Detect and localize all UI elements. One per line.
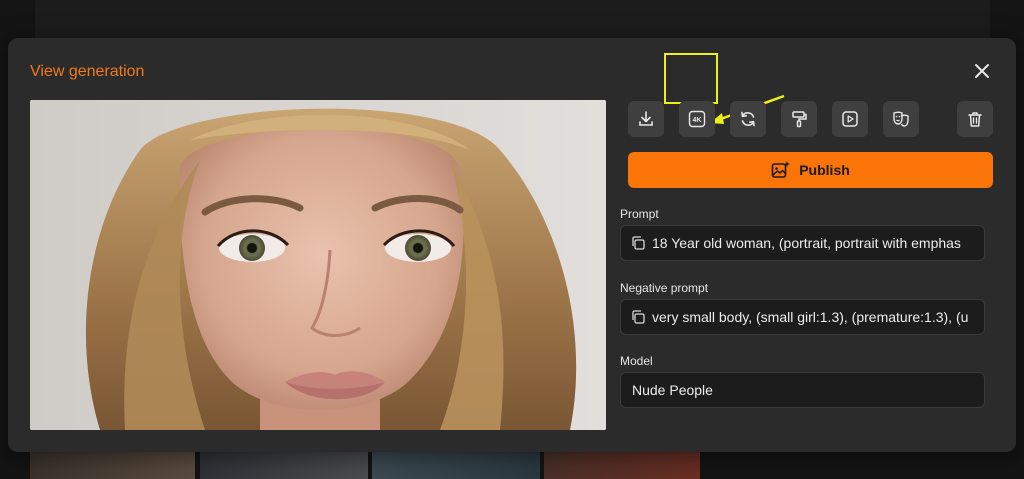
- video-button[interactable]: [832, 101, 868, 137]
- background-thumbnail: [200, 452, 368, 479]
- paint-roller-icon: [792, 111, 807, 128]
- publish-label: Publish: [799, 162, 850, 178]
- negative-prompt-label: Negative prompt: [620, 281, 709, 295]
- model-label: Model: [620, 354, 653, 368]
- 4k-label: 4K: [693, 117, 702, 124]
- delete-button[interactable]: [957, 101, 993, 137]
- background-thumbnail: [372, 452, 540, 479]
- 4k-icon: 4K: [688, 110, 706, 128]
- background-thumbnail: [544, 452, 700, 479]
- copy-icon[interactable]: [631, 236, 645, 250]
- trash-icon: [968, 112, 982, 127]
- regenerate-button[interactable]: [730, 101, 766, 137]
- paint-button[interactable]: [781, 101, 817, 137]
- background-panel: [35, 0, 990, 38]
- download-button[interactable]: [628, 101, 664, 137]
- masks-icon: [893, 111, 909, 127]
- face-button[interactable]: [883, 101, 919, 137]
- background-thumbnail: [30, 452, 195, 479]
- prompt-label: Prompt: [620, 207, 659, 221]
- image-sparkle-icon: [771, 161, 791, 178]
- refresh-icon: [741, 111, 755, 127]
- upscale-4k-button[interactable]: 4K: [679, 101, 715, 137]
- prompt-field[interactable]: 18 Year old woman, (portrait, portrait w…: [620, 225, 985, 261]
- negative-prompt-text: very small body, (small girl:1.3), (prem…: [652, 309, 969, 325]
- close-icon: [975, 64, 989, 78]
- model-field: Nude People: [620, 372, 985, 408]
- download-icon: [639, 111, 653, 126]
- close-button[interactable]: [970, 59, 994, 83]
- negative-prompt-field[interactable]: very small body, (small girl:1.3), (prem…: [620, 299, 985, 335]
- modal-title: View generation: [30, 63, 145, 80]
- play-icon: [842, 111, 858, 127]
- model-value: Nude People: [632, 382, 713, 398]
- prompt-text: 18 Year old woman, (portrait, portrait w…: [652, 235, 961, 251]
- copy-icon[interactable]: [631, 310, 645, 324]
- annotation-highlight-box: [664, 53, 718, 104]
- image-toolbar: 4K: [628, 101, 993, 137]
- publish-button[interactable]: Publish: [628, 152, 993, 188]
- generated-image: [30, 100, 606, 430]
